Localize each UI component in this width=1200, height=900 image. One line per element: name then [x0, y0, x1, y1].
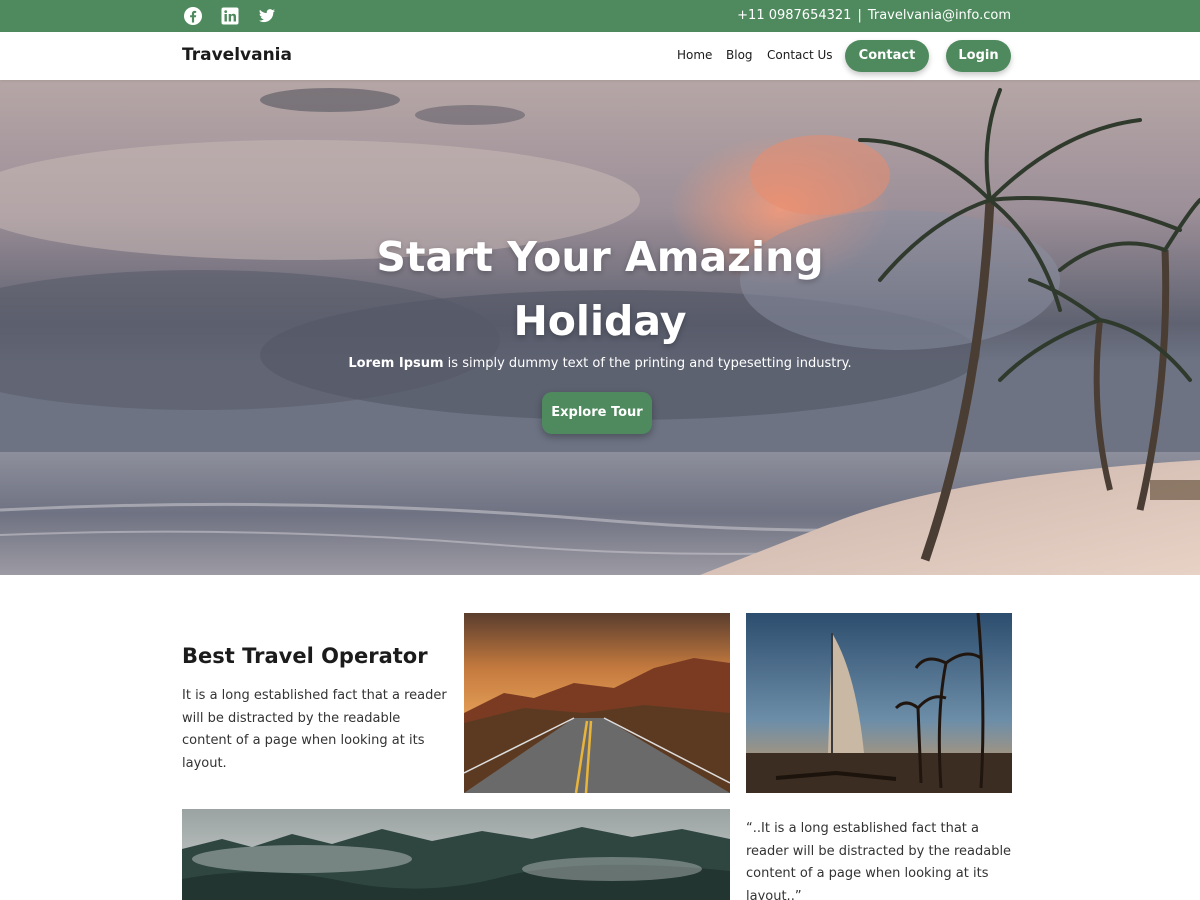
email-address[interactable]: Travelvania@info.com [868, 8, 1011, 23]
contact-info: +11 0987654321 | Travelvania@info.com [737, 8, 1011, 23]
section-title: Best Travel Operator [182, 644, 428, 668]
login-button[interactable]: Login [946, 40, 1011, 72]
nav-link-contact-us[interactable]: Contact Us [767, 48, 833, 62]
facebook-icon[interactable] [183, 6, 203, 26]
phone-number[interactable]: +11 0987654321 [737, 8, 851, 23]
section-text: It is a long established fact that a rea… [182, 688, 447, 771]
nav-link-home[interactable]: Home [677, 48, 712, 62]
explore-tour-button[interactable]: Explore Tour [542, 392, 652, 434]
main-navbar: Travelvania Home Blog Contact Us Contact… [0, 32, 1200, 80]
hero-subtitle: Lorem Ipsum is simply dummy text of the … [250, 356, 950, 371]
hero-subtitle-rest: is simply dummy text of the printing and… [443, 356, 852, 371]
hero-title: Start Your Amazing Holiday [376, 233, 824, 345]
road-photo [464, 613, 730, 793]
twitter-icon[interactable] [257, 6, 277, 26]
burj-al-arab-photo [746, 613, 1012, 793]
hero-subtitle-bold: Lorem Ipsum [348, 356, 444, 371]
nav-link-blog[interactable]: Blog [726, 48, 753, 62]
separator: | [857, 8, 862, 23]
brand-logo[interactable]: Travelvania [182, 45, 292, 65]
top-bar: +11 0987654321 | Travelvania@info.com [0, 0, 1200, 32]
hero-banner: Start Your Amazing Holiday Lorem Ipsum i… [0, 80, 1200, 575]
testimonial-quote: “..It is a long established fact that a … [746, 821, 1012, 900]
contact-button[interactable]: Contact [845, 40, 929, 72]
linkedin-icon[interactable] [220, 6, 240, 26]
forest-photo [182, 809, 730, 900]
